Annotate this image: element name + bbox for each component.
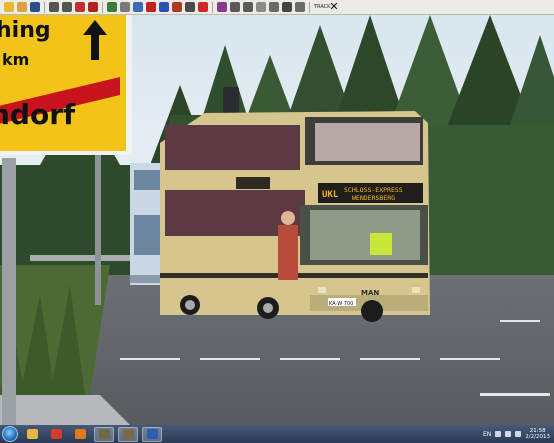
bus-brand: MAN xyxy=(361,289,379,297)
language-indicator[interactable]: EN xyxy=(483,431,491,438)
clock-date: 2/2/2013 xyxy=(525,434,550,440)
warning-icon[interactable] xyxy=(146,2,156,12)
bus-route-number: UKL xyxy=(322,190,339,200)
network-tray-icon[interactable] xyxy=(505,431,512,437)
delete-icon[interactable] xyxy=(88,2,98,12)
system-tray: EN 21:58 2/2/2013 xyxy=(483,428,554,440)
media-player-taskbar-button[interactable] xyxy=(70,427,90,442)
bus-destination-line2: WENDERSBERG xyxy=(352,194,395,202)
windows-explorer-icon xyxy=(26,429,38,439)
toolbar-separator xyxy=(44,1,45,13)
double-decker-bus xyxy=(160,111,430,322)
toolbar-separator xyxy=(309,1,310,13)
chrome-taskbar-button[interactable] xyxy=(46,427,66,442)
omsi-bus-app-taskbar-button[interactable] xyxy=(94,426,114,442)
signals-icon[interactable] xyxy=(217,2,227,12)
sign-post-2 xyxy=(95,155,101,305)
flag-tray-icon[interactable] xyxy=(495,431,502,437)
time-icon[interactable] xyxy=(230,2,240,12)
bus-alt-icon[interactable] xyxy=(62,2,72,12)
clock[interactable]: 21:58 2/2/2013 xyxy=(525,428,550,440)
media-player-icon xyxy=(74,429,86,439)
bus-icon[interactable] xyxy=(49,2,59,12)
tools-icon[interactable] xyxy=(120,2,130,12)
word-icon xyxy=(146,429,158,439)
volume-tray-icon[interactable] xyxy=(515,431,522,437)
bus-app-taskbar-button[interactable] xyxy=(118,426,138,442)
flag-icon[interactable] xyxy=(159,2,169,12)
bus-app-icon xyxy=(122,429,134,439)
track-button[interactable]: TRACK xyxy=(314,4,330,10)
toolbar-separator xyxy=(212,1,213,13)
chrome-icon xyxy=(50,429,62,439)
toolbar-separator xyxy=(102,1,103,13)
sign-text-km: km xyxy=(2,50,29,69)
map-icon[interactable] xyxy=(107,2,117,12)
start-button[interactable] xyxy=(2,426,18,442)
bus-licence-plate: KA·W 700 xyxy=(329,301,353,307)
new-file-icon[interactable] xyxy=(4,2,14,12)
track-icon[interactable] xyxy=(282,2,292,12)
open-folder-icon[interactable] xyxy=(17,2,27,12)
save-icon[interactable] xyxy=(30,2,40,12)
background-bus xyxy=(130,163,162,285)
windows-explorer-taskbar-button[interactable] xyxy=(22,427,42,442)
object-icon[interactable] xyxy=(185,2,195,12)
bus-red-icon[interactable] xyxy=(75,2,85,12)
camera-icon[interactable] xyxy=(243,2,253,12)
sign-text-top: hing xyxy=(0,18,51,43)
word-taskbar-button[interactable] xyxy=(142,426,162,442)
close-icon[interactable]: ✕ xyxy=(329,1,339,12)
bus-destination-line1: SCHLOSS-EXPRESS xyxy=(344,186,403,194)
editor-toolbar: TRACK ✕ xyxy=(0,0,554,15)
route-icon[interactable] xyxy=(133,2,143,12)
windows-taskbar: EN 21:58 2/2/2013 xyxy=(0,425,554,443)
omsi-bus-app-icon xyxy=(98,429,110,439)
sign-post xyxy=(2,158,16,425)
grid-icon[interactable] xyxy=(269,2,279,12)
layers-icon[interactable] xyxy=(295,2,305,12)
sign-text-bottom: ndorf xyxy=(0,98,76,131)
spline-icon[interactable] xyxy=(172,2,182,12)
weather-icon[interactable] xyxy=(256,2,266,12)
simulator-viewport[interactable]: hing km ndorf UKL SCHLOSS-EXPRESS WENDER… xyxy=(0,15,554,425)
splines-icon[interactable] xyxy=(198,2,208,12)
